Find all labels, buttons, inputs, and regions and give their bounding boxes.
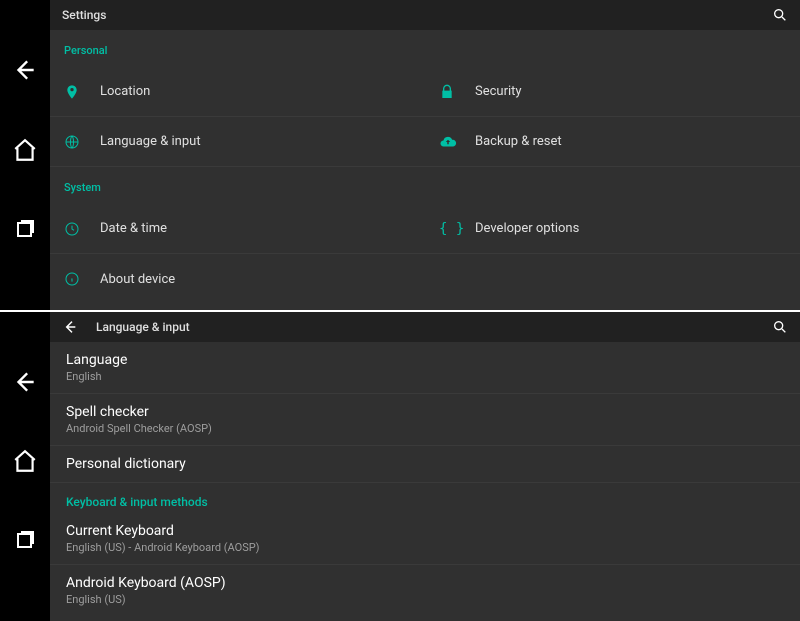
pref-language[interactable]: Language English	[50, 342, 800, 394]
home-button[interactable]	[12, 448, 38, 474]
settings-item-backup-reset[interactable]: Backup & reset	[425, 117, 800, 167]
section-header-personal: Personal	[50, 30, 800, 67]
recents-button[interactable]	[12, 217, 38, 243]
settings-item-location[interactable]: Location	[50, 67, 425, 117]
appbar-title: Settings	[62, 8, 772, 22]
pref-title: Language	[66, 352, 784, 368]
settings-item-language-input[interactable]: Language & input	[50, 117, 425, 167]
system-navbar	[0, 312, 50, 621]
settings-item-label: Security	[475, 84, 522, 99]
location-icon	[64, 84, 100, 100]
search-button[interactable]	[772, 7, 788, 23]
system-grid: Date & time { } Developer options About …	[50, 204, 800, 304]
section-header-keyboard: Keyboard & input methods	[50, 483, 800, 517]
search-button[interactable]	[772, 319, 788, 335]
pref-title: Current Keyboard	[66, 523, 784, 539]
settings-item-label: Developer options	[475, 221, 579, 236]
language-input-content: Language & input Language English Spell …	[50, 312, 800, 621]
recents-button[interactable]	[12, 528, 38, 554]
appbar-title: Language & input	[96, 320, 772, 334]
braces-icon: { }	[439, 221, 475, 237]
system-navbar	[0, 0, 50, 310]
pref-title: Android Keyboard (AOSP)	[66, 575, 784, 591]
settings-item-label: Date & time	[100, 221, 167, 236]
settings-item-date-time[interactable]: Date & time	[50, 204, 425, 254]
pref-title: Spell checker	[66, 404, 784, 420]
settings-item-about-device[interactable]: About device	[50, 254, 800, 304]
settings-item-label: Location	[100, 84, 150, 99]
pref-current-keyboard[interactable]: Current Keyboard English (US) - Android …	[50, 517, 800, 565]
settings-item-security[interactable]: Security	[425, 67, 800, 117]
pref-summary: English (US)	[66, 593, 784, 606]
pref-android-keyboard[interactable]: Android Keyboard (AOSP) English (US)	[50, 565, 800, 616]
cloud-upload-icon	[439, 133, 475, 151]
language-input-appbar: Language & input	[50, 312, 800, 342]
settings-item-label: Backup & reset	[475, 134, 562, 149]
pref-summary: English	[66, 370, 784, 383]
settings-item-label: About device	[100, 272, 175, 287]
settings-item-label: Language & input	[100, 134, 201, 149]
info-icon	[64, 271, 100, 287]
section-header-system: System	[50, 167, 800, 204]
pref-summary: Android Spell Checker (AOSP)	[66, 422, 784, 435]
home-button[interactable]	[12, 137, 38, 163]
back-button[interactable]	[12, 369, 38, 395]
language-input-screen: Language & input Language English Spell …	[0, 312, 800, 621]
pref-title: Personal dictionary	[66, 456, 784, 472]
appbar-back-button[interactable]	[62, 319, 78, 335]
back-button[interactable]	[12, 57, 38, 83]
pref-personal-dictionary[interactable]: Personal dictionary	[50, 446, 800, 483]
settings-screen: Settings Personal Location Security	[0, 0, 800, 310]
globe-icon	[64, 134, 100, 150]
personal-grid: Location Security Language & input Backu…	[50, 67, 800, 167]
pref-spell-checker[interactable]: Spell checker Android Spell Checker (AOS…	[50, 394, 800, 446]
settings-appbar: Settings	[50, 0, 800, 30]
settings-item-developer-options[interactable]: { } Developer options	[425, 204, 800, 254]
lock-icon	[439, 84, 475, 100]
clock-icon	[64, 221, 100, 237]
pref-summary: English (US) - Android Keyboard (AOSP)	[66, 541, 784, 554]
settings-content: Settings Personal Location Security	[50, 0, 800, 310]
